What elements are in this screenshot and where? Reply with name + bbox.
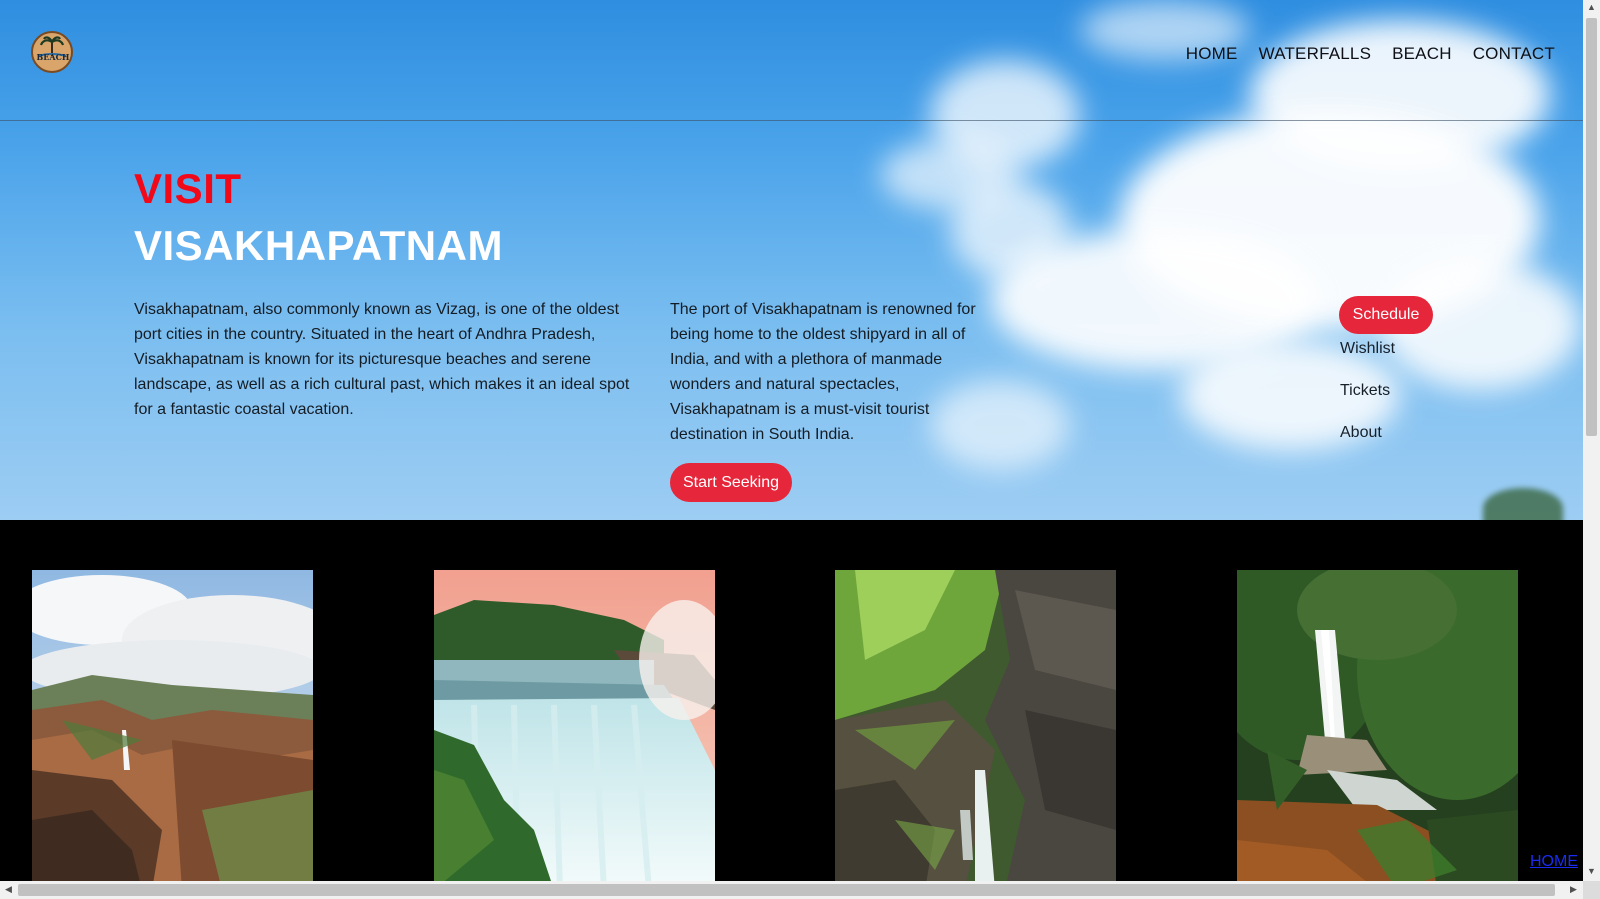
page: BEACH HOME WATERFALLS BEACH CONTACT VISI…	[0, 0, 1583, 881]
gallery-photo-2[interactable]	[434, 570, 715, 881]
gallery-section	[0, 520, 1583, 881]
schedule-button[interactable]: Schedule	[1339, 296, 1433, 334]
nav-contact[interactable]: CONTACT	[1473, 44, 1555, 64]
back-to-home-link[interactable]: HOME	[1530, 853, 1578, 871]
gorge-cascade-photo-icon	[835, 570, 1116, 881]
canyon-waterfall-photo-icon	[32, 570, 313, 881]
scroll-down-arrow-icon[interactable]: ▼	[1587, 867, 1596, 876]
scrollbar-corner	[1583, 881, 1600, 899]
hero-paragraph-2: The port of Visakhapatnam is renowned fo…	[670, 301, 976, 443]
gallery-photo-1[interactable]	[32, 570, 313, 881]
header-divider	[0, 120, 1583, 121]
scroll-left-arrow-icon[interactable]: ◀	[5, 885, 12, 894]
hero-section: BEACH HOME WATERFALLS BEACH CONTACT VISI…	[0, 0, 1583, 520]
vertical-scrollbar-thumb[interactable]	[1586, 18, 1597, 436]
nav-waterfalls[interactable]: WATERFALLS	[1259, 44, 1372, 64]
scroll-right-arrow-icon[interactable]: ▶	[1570, 885, 1577, 894]
niagara-falls-photo-icon	[434, 570, 715, 881]
wishlist-link[interactable]: Wishlist	[1340, 340, 1395, 358]
hero-title-visit: VISIT	[134, 165, 242, 212]
scroll-up-arrow-icon[interactable]: ▲	[1587, 3, 1596, 12]
horizontal-scrollbar-thumb[interactable]	[18, 884, 1555, 896]
about-link[interactable]: About	[1340, 424, 1382, 442]
main-nav: HOME WATERFALLS BEACH CONTACT	[1186, 44, 1555, 64]
hero-title-city: VISAKHAPATNAM	[134, 222, 503, 269]
hero-paragraph-1: Visakhapatnam, also commonly known as Vi…	[134, 301, 630, 418]
start-seeking-button[interactable]: Start Seeking	[670, 463, 792, 502]
gallery-photo-3[interactable]	[835, 570, 1116, 881]
nav-home[interactable]: HOME	[1186, 44, 1238, 64]
nav-beach[interactable]: BEACH	[1392, 44, 1452, 64]
gallery-photo-4[interactable]	[1237, 570, 1518, 881]
logo-text: BEACH	[36, 52, 70, 62]
forest-waterfall-photo-icon	[1237, 570, 1518, 881]
tickets-link[interactable]: Tickets	[1340, 382, 1390, 400]
